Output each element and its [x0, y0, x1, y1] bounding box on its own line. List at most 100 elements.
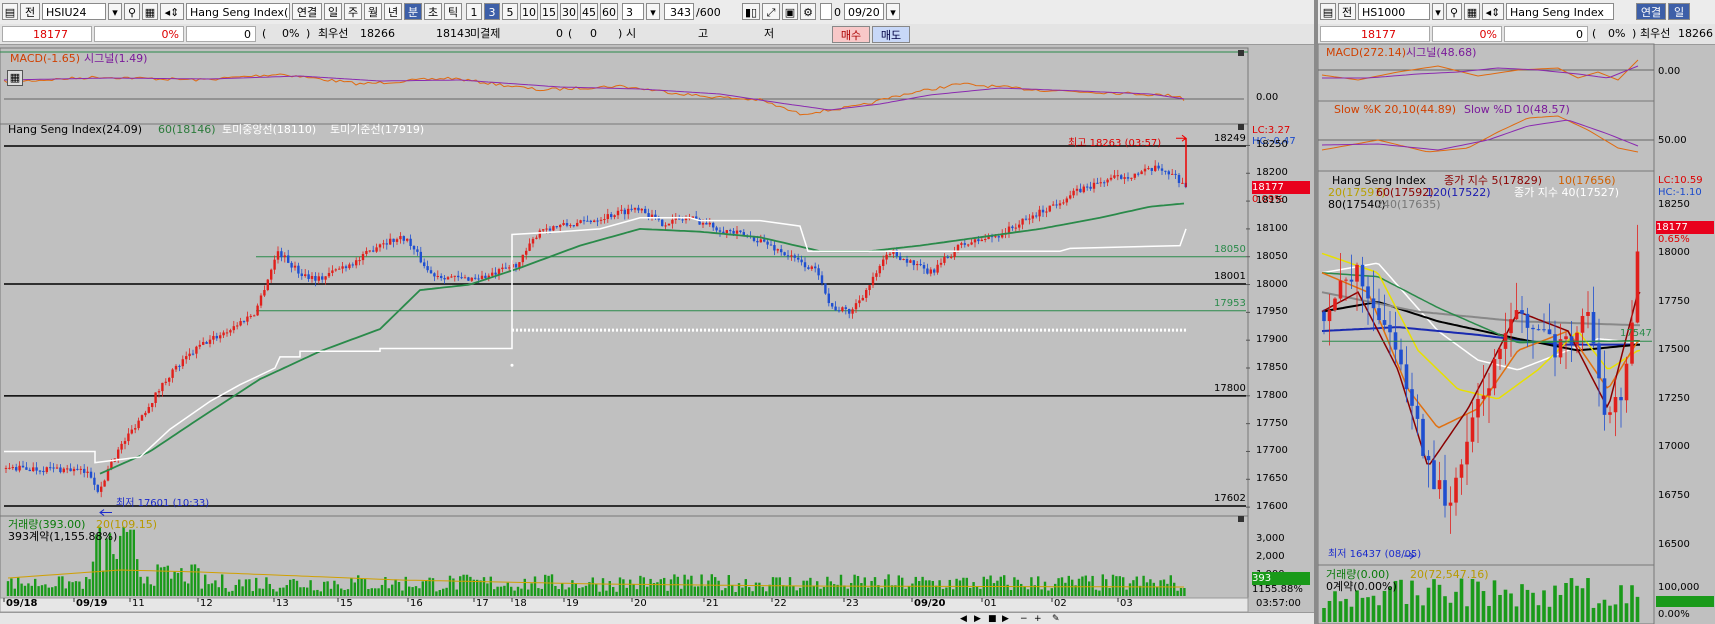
candle-body	[613, 215, 616, 218]
zoom-in-icon[interactable]: +	[1034, 614, 1042, 624]
candle-body	[865, 289, 868, 298]
candle-body	[28, 469, 31, 472]
volume-bar	[618, 577, 622, 596]
candle-body	[562, 223, 565, 225]
candle-body	[525, 250, 528, 255]
play-icon[interactable]: ▶	[974, 614, 981, 624]
volume-bar	[302, 587, 305, 596]
scroll-left-icon[interactable]: ◀	[960, 614, 967, 624]
volume-tick-2000: 2,000	[1256, 551, 1285, 562]
candle-body	[147, 407, 150, 413]
daily-volume-bar	[1443, 596, 1447, 622]
candle-body	[205, 341, 208, 344]
candle-body	[875, 273, 878, 277]
volume-bar	[911, 583, 914, 596]
daily-volume-bar	[1608, 605, 1612, 622]
volume-bar	[397, 581, 401, 596]
candle-body	[861, 297, 864, 301]
volume-bar	[238, 579, 241, 596]
candle-body	[324, 276, 327, 280]
daily-candle-body	[1509, 319, 1513, 334]
volume-bar	[380, 584, 384, 596]
volume-bar	[547, 575, 550, 596]
daily-candle-body	[1613, 397, 1618, 413]
volume-bar	[1145, 582, 1149, 596]
candle-body	[582, 220, 586, 222]
candle-body	[470, 277, 473, 281]
volume-bar	[513, 590, 516, 596]
volume-bar	[1132, 580, 1135, 596]
volume-bar	[1020, 583, 1023, 596]
volume-bar	[1159, 580, 1162, 596]
daily-candle-body	[1498, 348, 1502, 360]
main-chart-canvas[interactable]	[0, 0, 1314, 624]
volume-bar	[924, 580, 928, 596]
volume-bar	[816, 581, 819, 596]
candle-body	[919, 264, 922, 266]
candle-body	[1096, 182, 1099, 184]
volume-bar	[153, 585, 156, 596]
candle-body	[888, 253, 892, 255]
zoom-out-icon[interactable]: −	[1020, 614, 1028, 624]
volume-bar	[64, 588, 67, 596]
candle-body	[814, 266, 817, 269]
volume-bar	[122, 526, 125, 596]
volume-bar	[1077, 578, 1081, 596]
candle-body	[1048, 205, 1051, 212]
daily-volume-badge	[1656, 596, 1714, 607]
volume-bar	[975, 586, 979, 596]
candle-body	[508, 267, 511, 269]
price-tick-18050: 18050	[1256, 250, 1288, 262]
indicator-settings-icon[interactable]: ▦	[7, 70, 23, 86]
stop-icon[interactable]: ■	[988, 614, 997, 624]
daily-chart-canvas[interactable]	[1318, 0, 1715, 624]
candle-body	[885, 254, 888, 260]
tomi-dot	[510, 363, 514, 367]
candle-body	[412, 245, 416, 250]
candle-body	[144, 412, 147, 416]
candle-body	[375, 247, 378, 252]
candle-body	[817, 268, 820, 276]
volume-bar	[346, 589, 350, 596]
candle-body	[327, 272, 331, 277]
daily-candle-body	[1476, 398, 1480, 418]
volume-bar	[707, 580, 710, 596]
candle-body	[219, 335, 222, 339]
candle-body	[440, 275, 443, 278]
candle-body	[909, 260, 912, 263]
candle-body	[623, 209, 626, 215]
volume-bar	[625, 587, 628, 596]
x-axis-label-9: 19	[566, 598, 579, 609]
volume-bar	[537, 588, 540, 596]
candle-body	[426, 266, 429, 271]
daily-volume-bar	[1432, 579, 1436, 622]
daily-volume-bar	[1421, 605, 1425, 622]
candle-body	[185, 356, 188, 360]
volume-bar	[27, 583, 30, 596]
candle-body	[518, 262, 521, 268]
volume-bar	[170, 578, 173, 596]
candle-body	[712, 222, 715, 228]
volume-bar	[139, 576, 142, 596]
candle-body	[977, 239, 980, 242]
volume-bar	[693, 586, 696, 596]
x-axis-label-12: 22	[774, 598, 787, 609]
candle-body	[1150, 168, 1153, 171]
volume-bar	[370, 588, 373, 596]
drawing-tools-icon[interactable]: ✎	[1052, 614, 1060, 624]
candle-body	[55, 467, 59, 469]
chart-scrollbar[interactable]: ◀ ▶ ■ ▶ − + ✎	[0, 612, 1314, 624]
daily-legend-ma240: 240(17635)	[1376, 198, 1441, 211]
candle-body	[1113, 175, 1116, 178]
stoch-axis-50: 50.00	[1658, 135, 1687, 146]
candle-body	[759, 239, 762, 243]
candle-body	[882, 259, 885, 266]
volume-bar	[639, 575, 642, 596]
volume-bar	[30, 585, 33, 596]
scroll-right-icon[interactable]: ▶	[1002, 614, 1009, 624]
volume-bar	[955, 578, 958, 596]
daily-volume-tick: 100,000	[1658, 582, 1700, 593]
daily-candle-body	[1322, 311, 1326, 322]
volume-bar	[571, 580, 574, 596]
volume-bar	[1071, 579, 1074, 596]
